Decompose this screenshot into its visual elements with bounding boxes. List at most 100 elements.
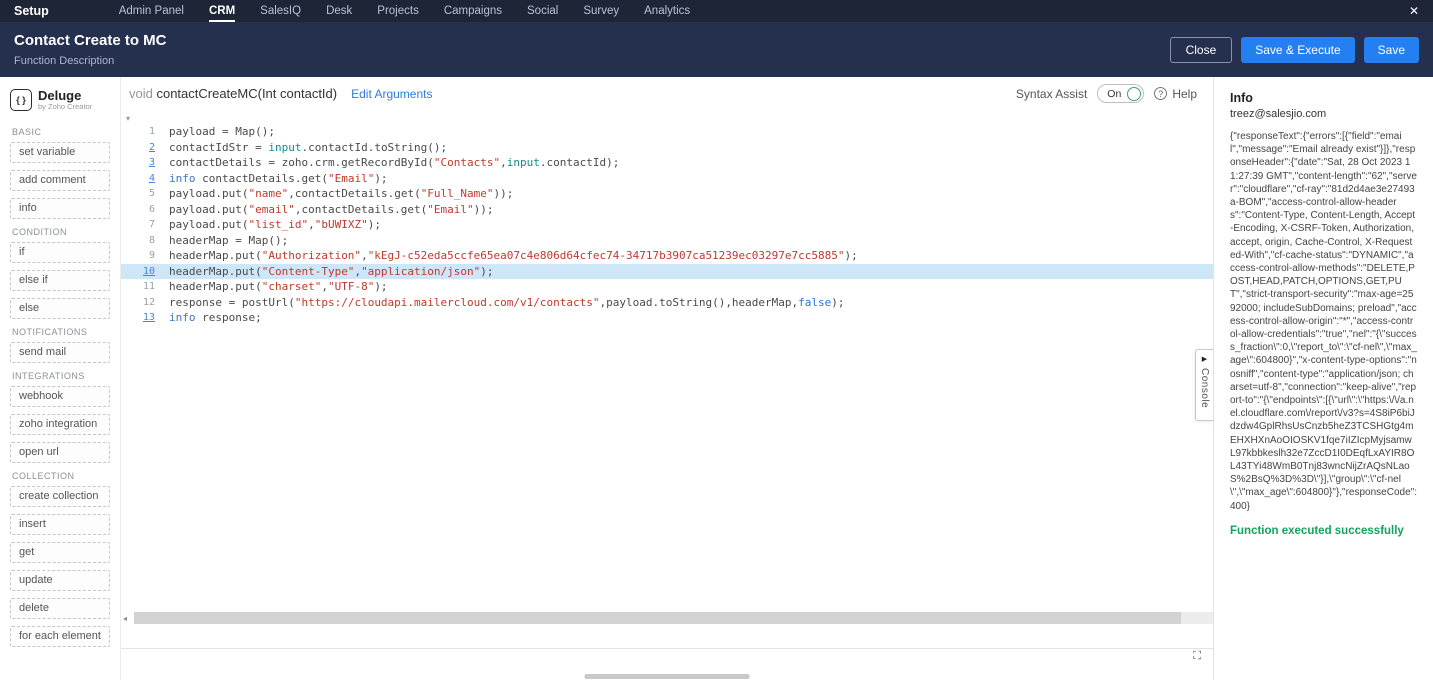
sidebar-item-for-each-element[interactable]: for each element	[10, 626, 110, 647]
fold-all-icon[interactable]: ▾	[126, 114, 130, 123]
code-line-6[interactable]: 6payload.put("email",contactDetails.get(…	[121, 202, 1213, 218]
deluge-logo: { } Deluge by Zoho Creator	[0, 77, 120, 119]
code-text: payload.put("email",contactDetails.get("…	[169, 202, 494, 218]
code-text: payload = Map();	[169, 124, 275, 140]
nav-item-admin-panel[interactable]: Admin Panel	[119, 0, 184, 22]
sidebar-item-delete[interactable]: delete	[10, 598, 110, 619]
info-response-text: {"responseText":{"errors":[{"field":"ema…	[1230, 130, 1417, 513]
fullscreen-icon[interactable]: ⛶	[1193, 650, 1201, 663]
code-line-1[interactable]: 1payload = Map();	[121, 124, 1213, 140]
line-number: 10	[121, 264, 169, 280]
code-line-3[interactable]: 3contactDetails = zoho.crm.getRecordById…	[121, 155, 1213, 171]
code-line-12[interactable]: 12response = postUrl("https://cloudapi.m…	[121, 295, 1213, 311]
sidebar-item-else[interactable]: else	[10, 298, 110, 319]
edit-arguments-link[interactable]: Edit Arguments	[351, 87, 432, 101]
deluge-logo-name: Deluge	[38, 89, 92, 102]
code-line-13[interactable]: 13info response;	[121, 310, 1213, 326]
line-number: 11	[121, 279, 169, 295]
function-signature: void contactCreateMC(Int contactId)	[129, 86, 337, 101]
sidebar-item-insert[interactable]: insert	[10, 514, 110, 535]
sidebar-item-update[interactable]: update	[10, 570, 110, 591]
sidebar-item-open-url[interactable]: open url	[10, 442, 110, 463]
header-actions: Close Save & Execute Save	[1170, 37, 1419, 63]
function-header: Contact Create to MC Function Descriptio…	[0, 22, 1433, 77]
code-text: headerMap.put("Authorization","kEgJ-c52e…	[169, 248, 858, 264]
setup-brand[interactable]: Setup	[14, 4, 49, 18]
code-text: headerMap.put("Content-Type","applicatio…	[169, 264, 494, 280]
nav-item-projects[interactable]: Projects	[377, 0, 419, 22]
nav-item-campaigns[interactable]: Campaigns	[444, 0, 502, 22]
code-line-8[interactable]: 8headerMap = Map();	[121, 233, 1213, 249]
return-type: void	[129, 86, 153, 101]
editor-toolbar: void contactCreateMC(Int contactId) Edit…	[121, 77, 1213, 110]
sidebar-item-webhook[interactable]: webhook	[10, 386, 110, 407]
code-line-10[interactable]: 10headerMap.put("Content-Type","applicat…	[121, 264, 1213, 280]
scroll-left-icon[interactable]: ◂	[123, 614, 127, 623]
nav-item-desk[interactable]: Desk	[326, 0, 352, 22]
function-title-block: Contact Create to MC Function Descriptio…	[14, 32, 167, 67]
code-text: contactDetails = zoho.crm.getRecordById(…	[169, 155, 619, 171]
code-area[interactable]: ▾ 1payload = Map();2contactIdStr = input…	[121, 110, 1213, 610]
line-number: 9	[121, 248, 169, 264]
toggle-knob-icon	[1127, 87, 1141, 101]
sidebar-item-if[interactable]: if	[10, 242, 110, 263]
top-navbar: Setup Admin Panel CRM SalesIQ Desk Projects C…	[0, 0, 1433, 22]
deluge-logo-byline: by Zoho Creator	[38, 102, 92, 111]
console-arrow-icon: ▶	[1202, 356, 1207, 364]
syntax-assist-label: Syntax Assist	[1016, 87, 1087, 101]
sidebar-item-create-collection[interactable]: create collection	[10, 486, 110, 507]
nav-item-salesiq[interactable]: SalesIQ	[260, 0, 301, 22]
code-text: contactIdStr = input.contactId.toString(…	[169, 140, 447, 156]
sidebar-item-zoho-integration[interactable]: zoho integration	[10, 414, 110, 435]
code-line-9[interactable]: 9headerMap.put("Authorization","kEgJ-c52…	[121, 248, 1213, 264]
code-line-2[interactable]: 2contactIdStr = input.contactId.toString…	[121, 140, 1213, 156]
console-resize-handle[interactable]	[585, 674, 750, 679]
line-number: 4	[121, 171, 169, 187]
help-icon: ?	[1154, 87, 1167, 100]
page-title: Contact Create to MC	[14, 32, 167, 49]
code-line-7[interactable]: 7payload.put("list_id","bUWIXZ");	[121, 217, 1213, 233]
code-text: info contactDetails.get("Email");	[169, 171, 388, 187]
close-button[interactable]: Close	[1170, 37, 1233, 63]
sidebar-item-set-variable[interactable]: set variable	[10, 142, 110, 163]
line-number: 13	[121, 310, 169, 326]
save-execute-button[interactable]: Save & Execute	[1241, 37, 1354, 63]
info-panel-title: Info	[1230, 91, 1417, 105]
code-line-5[interactable]: 5payload.put("name",contactDetails.get("…	[121, 186, 1213, 202]
nav-item-crm[interactable]: CRM	[209, 0, 235, 22]
editor-bottom-divider	[121, 648, 1213, 649]
info-panel: Info treez@salesjio.com {"responseText":…	[1213, 77, 1433, 680]
deluge-sidebar: { } Deluge by Zoho Creator BASIC set vari…	[0, 77, 120, 680]
code-text: headerMap = Map();	[169, 233, 288, 249]
scrollbar-thumb[interactable]	[134, 612, 1181, 624]
console-tab-label: Console	[1199, 368, 1210, 408]
code-lines: 1payload = Map();2contactIdStr = input.c…	[121, 110, 1213, 326]
line-number: 12	[121, 295, 169, 311]
sidebar-section-label: BASIC	[12, 127, 108, 137]
sidebar-section-label: COLLECTION	[12, 471, 108, 481]
function-description-link[interactable]: Function Description	[14, 55, 167, 67]
console-tab[interactable]: ▶ Console	[1195, 349, 1213, 421]
nav-item-survey[interactable]: Survey	[583, 0, 619, 22]
sidebar-item-else-if[interactable]: else if	[10, 270, 110, 291]
line-number: 7	[121, 217, 169, 233]
line-number: 2	[121, 140, 169, 156]
save-button[interactable]: Save	[1364, 37, 1419, 63]
code-text: payload.put("name",contactDetails.get("F…	[169, 186, 513, 202]
code-line-4[interactable]: 4info contactDetails.get("Email");	[121, 171, 1213, 187]
help-label: Help	[1172, 87, 1197, 101]
editor-toolbar-right: Syntax Assist On ? Help	[1016, 84, 1213, 103]
sidebar-item-send-mail[interactable]: send mail	[10, 342, 110, 363]
help-link[interactable]: ? Help	[1154, 87, 1197, 101]
sidebar-section-label: NOTIFICATIONS	[12, 327, 108, 337]
syntax-assist-toggle[interactable]: On	[1097, 84, 1144, 103]
close-icon[interactable]: ✕	[1409, 4, 1419, 18]
sidebar-item-info[interactable]: info	[10, 198, 110, 219]
sidebar-item-get[interactable]: get	[10, 542, 110, 563]
nav-item-analytics[interactable]: Analytics	[644, 0, 690, 22]
sidebar-item-add-comment[interactable]: add comment	[10, 170, 110, 191]
nav-item-social[interactable]: Social	[527, 0, 558, 22]
horizontal-scrollbar[interactable]	[134, 612, 1213, 624]
code-line-11[interactable]: 11headerMap.put("charset","UTF-8");	[121, 279, 1213, 295]
line-number: 5	[121, 186, 169, 202]
